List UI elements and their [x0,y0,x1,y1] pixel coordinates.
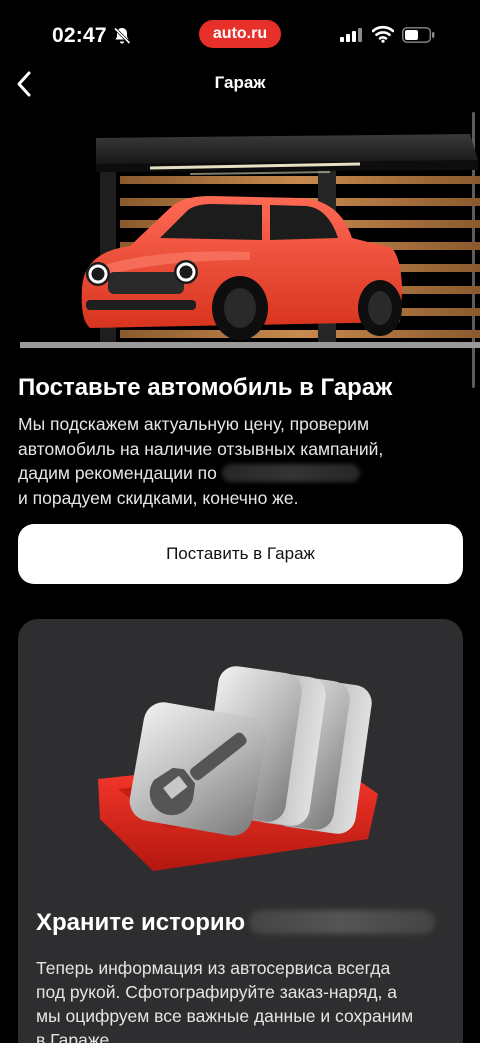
promo-line-with-hidden-text: дадим рекомендации по [18,461,464,486]
car-garage-illustration [20,134,480,348]
add-to-garage-button[interactable]: Поставить в Гараж [18,524,463,584]
promo-description: Мы подскажем актуальную цену, проверим а… [18,412,464,510]
promo-line: дадим рекомендации по [18,463,217,483]
battery-icon [402,27,435,43]
card-line: в Гараже [36,1030,110,1043]
card-title-text: Храните историю [36,909,246,936]
promo-line: Мы подскажем актуальную цену, проверим [18,414,369,434]
signal-icon [340,28,362,42]
blurred-text [221,464,360,482]
blurred-text [249,910,436,934]
page-title: Гараж [214,73,266,92]
auto-ru-logo: auto.ru [199,20,281,48]
card-line: мы оцифруем все важные данные и сохраним [36,1006,414,1026]
status-time: 02:47 [52,24,107,47]
card-title: Храните историю [36,907,436,939]
nav-bar: Гараж [0,56,480,112]
promo-title: Поставьте автомобиль в Гараж [18,374,393,401]
card-line: под рукой. Сфотографируйте заказ-наряд, … [36,982,397,1002]
card-line: Теперь информация из автосервиса всегда [36,958,391,978]
promo-line: и порадуем скидками, конечно же. [18,487,299,508]
bell-off-icon [113,27,131,45]
service-documents-illustration [98,666,378,871]
wifi-icon [372,25,394,43]
card-description: Теперь информация из автосервиса всегда … [36,956,446,1043]
promo-line: автомобиль на наличие отзывных кампаний, [18,438,384,459]
